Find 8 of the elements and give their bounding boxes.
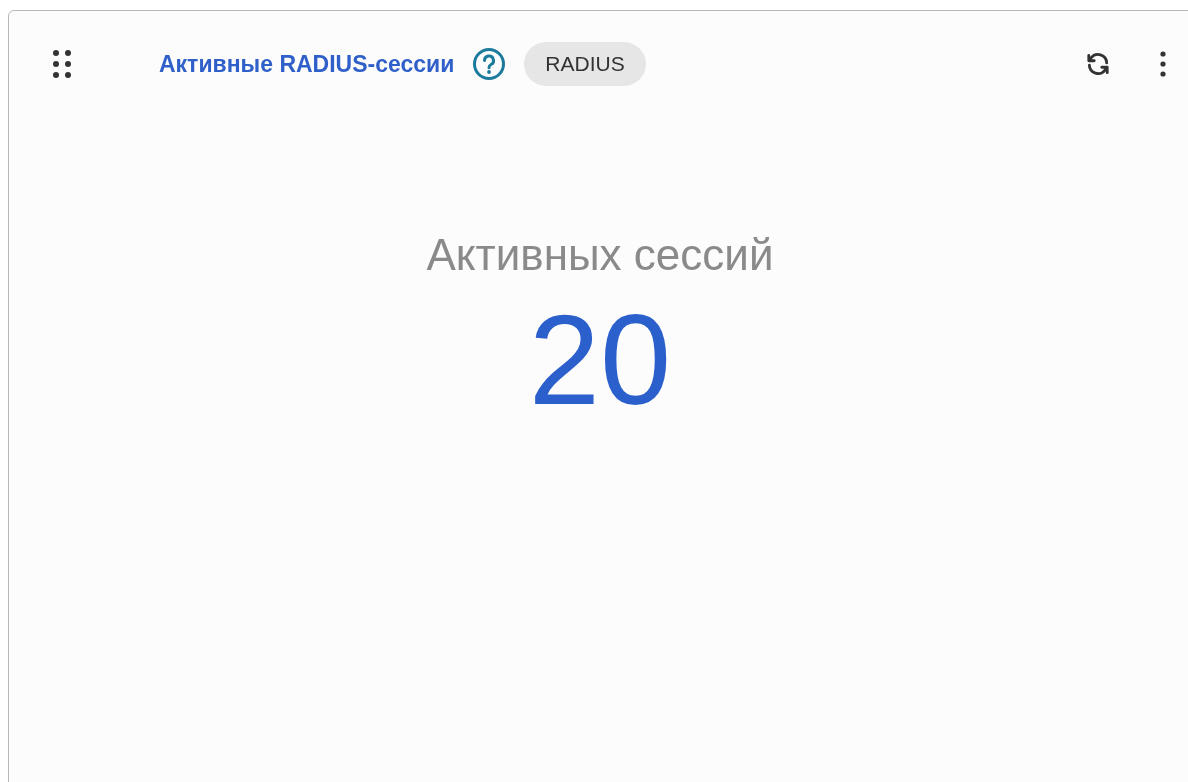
widget-title: Активные RADIUS-сессии <box>159 49 455 79</box>
metric-label: Активных сессий <box>426 229 774 281</box>
more-options-icon[interactable] <box>1159 51 1167 77</box>
refresh-icon[interactable] <box>1085 51 1111 77</box>
drag-handle-icon[interactable] <box>52 49 74 79</box>
metric-value: 20 <box>528 296 672 424</box>
help-icon[interactable] <box>472 47 507 81</box>
tag-badge: RADIUS <box>524 42 646 86</box>
